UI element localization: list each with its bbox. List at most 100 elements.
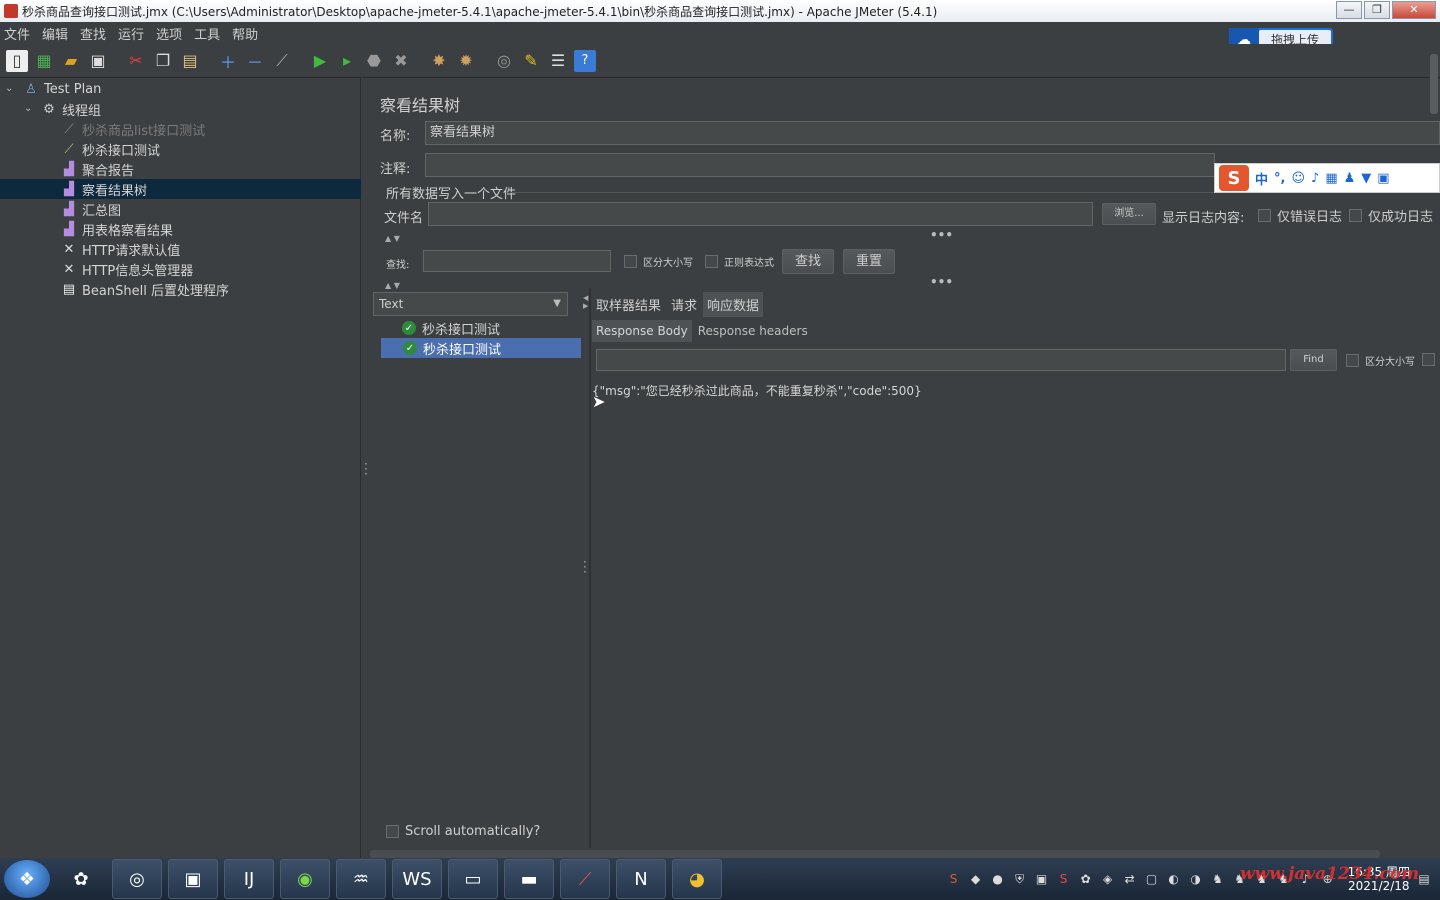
tray-network-share-icon[interactable]: ⇄ <box>1122 871 1138 887</box>
tab-response-body[interactable]: Response Body <box>592 320 692 342</box>
taskbar-chrome-icon[interactable]: ◕ <box>672 859 722 899</box>
tray-flower-icon[interactable]: ✿ <box>1078 871 1094 887</box>
minimize-button[interactable]: — <box>1336 1 1362 19</box>
tree-item-test-plan[interactable]: ♙ Test Plan <box>22 79 101 99</box>
collapse-toggle-icon[interactable]: ⌄ <box>24 103 32 114</box>
checkbox-box[interactable] <box>1349 209 1362 222</box>
emoji-icon[interactable]: ☺ <box>1291 171 1305 186</box>
renderer-select[interactable]: Text ▼ <box>373 292 568 316</box>
taskbar-app-icon[interactable]: N <box>616 859 666 899</box>
tree-item-table-results[interactable]: ▟ 用表格察看结果 <box>60 219 173 239</box>
find-button[interactable]: 查找 <box>782 249 834 274</box>
menu-tools[interactable]: 工具 <box>194 24 220 43</box>
result-row-selected[interactable]: ✓ 秒杀接口测试 <box>381 338 581 358</box>
tray-qq-icon[interactable]: ♞ <box>1210 871 1226 887</box>
tray-sogou-icon[interactable]: S <box>946 871 962 887</box>
checkbox-box[interactable] <box>1346 354 1359 367</box>
tray-app-icon[interactable]: ◈ <box>1100 871 1116 887</box>
ime-mode[interactable]: 中 <box>1255 169 1268 188</box>
checkbox-box[interactable] <box>1422 353 1435 366</box>
vertical-splitter[interactable]: · · · <box>364 458 368 480</box>
case-sensitive-checkbox[interactable]: 区分大小写 <box>624 254 693 269</box>
taskbar-wechat-icon[interactable]: ◉ <box>280 859 330 899</box>
user-icon[interactable]: ♟ <box>1344 171 1356 186</box>
taskbar-app-icon[interactable]: ✿ <box>56 859 106 899</box>
templates-icon[interactable]: ▦ <box>33 50 55 72</box>
tab-scroll-arrows-icon[interactable]: ◀ ▶ <box>583 294 588 310</box>
open-icon[interactable]: ▰ <box>60 50 82 72</box>
toolbox-icon[interactable]: ▣ <box>1377 171 1389 186</box>
tray-nvidia-icon[interactable]: ▣ <box>1034 871 1050 887</box>
response-find-button[interactable]: Find <box>1290 349 1337 371</box>
tree-item-header-manager[interactable]: ✕ HTTP信息头管理器 <box>60 259 194 279</box>
tray-box-icon[interactable]: ◆ <box>968 871 984 887</box>
start-button[interactable]: ❖ <box>4 860 50 898</box>
tray-shield-icon[interactable]: ⛨ <box>1012 871 1028 887</box>
taskbar-webstorm-icon[interactable]: WS <box>392 859 442 899</box>
paste-icon[interactable]: ▤ <box>179 50 201 72</box>
tree-item-http-defaults[interactable]: ✕ HTTP请求默认值 <box>60 239 181 259</box>
tree-item-aggregate-report[interactable]: ▟ 聚合报告 <box>60 159 134 179</box>
collapse-arrows-icon[interactable]: ▲ ▼ <box>385 234 400 243</box>
name-field[interactable]: 察看结果树 <box>425 121 1440 145</box>
tab-response-data[interactable]: 响应数据 <box>703 292 764 317</box>
taskbar-jmeter-icon[interactable]: ⟋ <box>560 859 610 899</box>
tree-item-list-sampler[interactable]: ⟋ 秒杀商品list接口测试 <box>60 119 205 139</box>
tray-chat-icon[interactable]: ◐ <box>1166 871 1182 887</box>
tray-sogou-s-icon[interactable]: S <box>1056 871 1072 887</box>
function-helper-icon[interactable]: ☰ <box>547 50 569 72</box>
results-splitter[interactable] <box>589 288 591 848</box>
menu-edit[interactable]: 编辑 <box>42 24 68 43</box>
errors-only-checkbox[interactable]: 仅错误日志 <box>1258 206 1342 225</box>
response-body-text[interactable]: {"msg":"您已经秒杀过此商品，不能重复秒杀","code":500} <box>592 382 922 399</box>
split-handle-icon[interactable]: ••• <box>930 228 953 242</box>
results-split-handle-icon[interactable]: · · · <box>583 556 587 578</box>
expand-icon[interactable]: ＋ <box>217 50 239 72</box>
stop-icon[interactable]: ⬣ <box>363 50 385 72</box>
tray-app-icon[interactable]: ● <box>990 871 1006 887</box>
search-input[interactable] <box>423 250 611 272</box>
response-case-checkbox[interactable]: 区分大小写 <box>1346 353 1415 368</box>
menu-search[interactable]: 查找 <box>80 24 106 43</box>
collapse-toggle-icon[interactable]: ⌄ <box>5 83 13 94</box>
help-icon[interactable]: ? <box>574 49 596 72</box>
menu-run[interactable]: 运行 <box>118 24 144 43</box>
new-icon[interactable]: ▯ <box>6 49 28 72</box>
checkbox-box[interactable] <box>624 255 637 268</box>
response-find-input[interactable] <box>596 349 1286 371</box>
cut-icon[interactable]: ✂ <box>125 50 147 72</box>
microphone-icon[interactable]: ♪ <box>1311 171 1319 186</box>
taskbar-app-icon[interactable]: ♒ <box>336 859 386 899</box>
tab-request[interactable]: 请求 <box>667 292 701 317</box>
reset-search-icon[interactable]: ✎ <box>520 50 542 72</box>
split-handle-icon[interactable]: ••• <box>930 275 953 289</box>
tab-sampler-result[interactable]: 取样器结果 <box>592 292 665 317</box>
checkbox-box[interactable] <box>1258 209 1271 222</box>
taskbar-browser-icon[interactable]: ◎ <box>112 859 162 899</box>
taskbar-remote-icon[interactable]: ▭ <box>448 859 498 899</box>
success-only-checkbox[interactable]: 仅成功日志 <box>1349 206 1433 225</box>
taskbar-terminal-icon[interactable]: ▬ <box>504 859 554 899</box>
browse-button[interactable]: 浏览... <box>1102 203 1156 225</box>
filename-field[interactable] <box>428 202 1093 226</box>
result-row[interactable]: ✓ 秒杀接口测试 <box>380 318 580 338</box>
start-no-pauses-icon[interactable]: ▸ <box>336 50 358 72</box>
keyboard-icon[interactable]: ▦ <box>1325 171 1337 186</box>
tree-item-thread-group[interactable]: ⚙ 线程组 <box>40 99 101 119</box>
menu-help[interactable]: 帮助 <box>232 24 258 43</box>
ime-toolbar[interactable]: S 中 °, ☺ ♪ ▦ ♟ ▼ ▣ <box>1214 163 1440 193</box>
taskbar-explorer-icon[interactable]: ▣ <box>168 859 218 899</box>
tree-item-view-results-tree[interactable]: ▟ 察看结果树 <box>0 179 361 199</box>
menu-file[interactable]: 文件 <box>4 24 30 43</box>
clear-icon[interactable]: ✸ <box>428 50 450 72</box>
checkbox-box[interactable] <box>386 825 399 838</box>
tree-item-beanshell[interactable]: ▤ BeanShell 后置处理程序 <box>60 279 229 299</box>
start-icon[interactable]: ▶ <box>309 50 331 72</box>
close-button[interactable]: ✕ <box>1392 1 1436 19</box>
skin-icon[interactable]: ▼ <box>1361 171 1371 186</box>
checkbox-box[interactable] <box>705 255 718 268</box>
shutdown-icon[interactable]: ✖ <box>390 50 412 72</box>
taskbar-intellij-icon[interactable]: IJ <box>224 859 274 899</box>
collapse-arrows-icon[interactable]: ▲ ▼ <box>385 281 400 290</box>
tray-app-icon[interactable]: ▢ <box>1144 871 1160 887</box>
